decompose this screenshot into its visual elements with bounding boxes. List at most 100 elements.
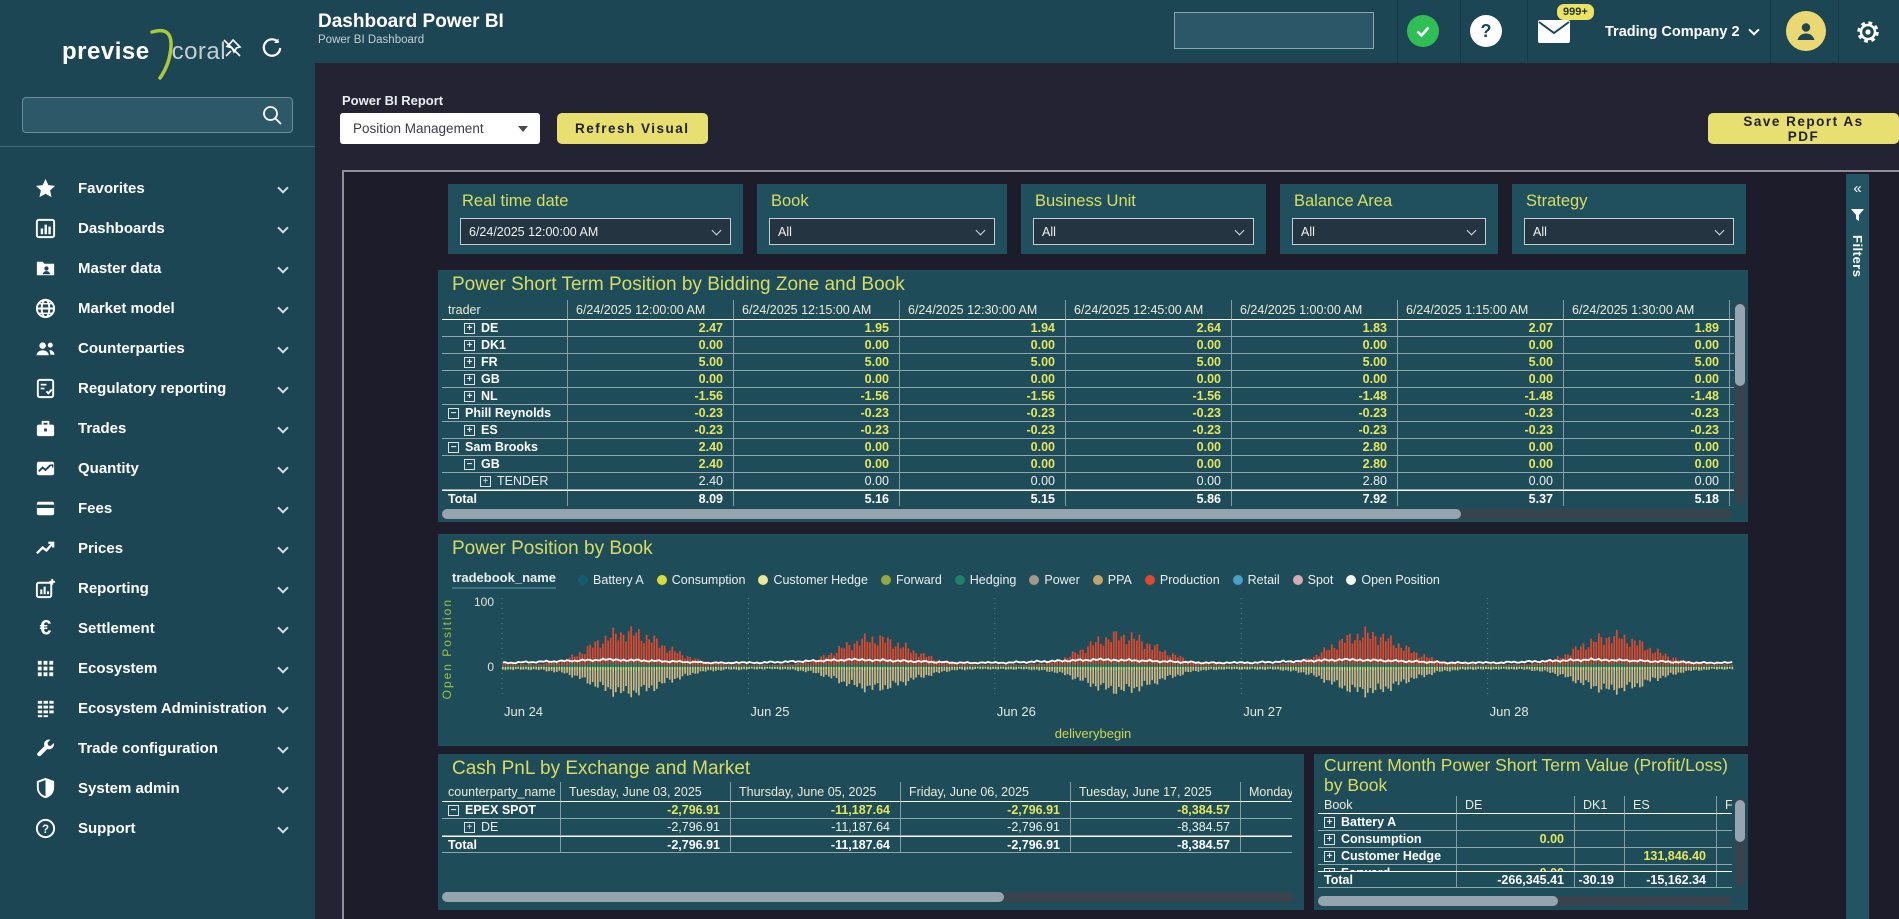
- table-row[interactable]: +DE-2,796.91-11,187.64-2,796.91-8,384.57: [442, 819, 1292, 836]
- table-row[interactable]: Total-266,345.41-30.19-15,162.34256,7: [1318, 871, 1732, 888]
- mail-icon[interactable]: [1537, 18, 1571, 45]
- table-row[interactable]: +ES-0.23-0.23-0.23-0.23-0.23-0.23-0.23: [442, 422, 1734, 439]
- sidebar-item-trades[interactable]: Trades: [0, 408, 315, 448]
- expand-icon[interactable]: +: [480, 476, 491, 487]
- legend-item-spot[interactable]: Spot: [1293, 573, 1334, 587]
- unpin-sidebar-icon[interactable]: [218, 34, 246, 62]
- sidebar-item-ecosystem-administration[interactable]: Ecosystem Administration: [0, 688, 315, 728]
- table-header-cell: DE: [1456, 796, 1574, 814]
- sidebar-item-counterparties[interactable]: Counterparties: [0, 328, 315, 368]
- collapse-icon[interactable]: −: [448, 805, 459, 816]
- company-selector[interactable]: Trading Company 2: [1605, 0, 1758, 63]
- collapse-icon[interactable]: −: [448, 408, 459, 419]
- sidebar-item-trade-configuration[interactable]: Trade configuration: [0, 728, 315, 768]
- page-subtitle: Power BI Dashboard: [318, 34, 424, 46]
- value-cell: -2,796.91: [560, 837, 730, 852]
- expand-icon[interactable]: +: [1324, 851, 1335, 862]
- legend-item-forward[interactable]: Forward: [881, 573, 942, 587]
- month-table-hscrollbar[interactable]: [1318, 896, 1732, 906]
- slicer-dropdown[interactable]: All: [769, 218, 995, 245]
- slicer-dropdown[interactable]: All: [1292, 218, 1486, 245]
- slicer-balance-area: Balance AreaAll: [1280, 184, 1498, 254]
- table-row[interactable]: −GB2.400.000.000.002.800.000.00: [442, 456, 1734, 473]
- slicer-dropdown[interactable]: All: [1033, 218, 1254, 245]
- expand-icon[interactable]: +: [464, 425, 475, 436]
- notification-badge[interactable]: 999+: [1557, 4, 1594, 20]
- table-row[interactable]: +DK10.000.000.000.000.000.000.00: [442, 337, 1734, 354]
- sidebar-item-dashboards[interactable]: Dashboards: [0, 208, 315, 248]
- collapse-icon[interactable]: −: [448, 442, 459, 453]
- sidebar-item-support[interactable]: ?Support: [0, 808, 315, 848]
- value-cell: [1240, 837, 1292, 852]
- avatar[interactable]: [1786, 11, 1826, 51]
- table-row[interactable]: +DE2.471.951.942.641.832.071.89: [442, 320, 1734, 337]
- legend-item-power[interactable]: Power: [1029, 573, 1079, 587]
- sidebar-item-favorites[interactable]: Favorites: [0, 168, 315, 208]
- sidebar-item-label: Master data: [78, 260, 279, 277]
- table-row[interactable]: −Sam Brooks2.400.000.000.002.800.000.00: [442, 439, 1734, 456]
- collapse-icon[interactable]: −: [464, 459, 475, 470]
- expand-icon[interactable]: +: [464, 357, 475, 368]
- row-label: EPEX SPOT: [465, 803, 536, 817]
- table-row[interactable]: −EPEX SPOT-2,796.91-11,187.64-2,796.91-8…: [442, 802, 1292, 819]
- legend-item-hedging[interactable]: Hedging: [955, 573, 1017, 587]
- refresh-visual-button[interactable]: Refresh Visual: [557, 113, 708, 144]
- chevron-down-icon: [277, 782, 288, 793]
- expand-icon[interactable]: +: [1324, 834, 1335, 845]
- cash-pnl-hscrollbar[interactable]: [442, 892, 1294, 902]
- legend-item-battery-a[interactable]: Battery A: [578, 573, 644, 587]
- table-row[interactable]: +GB0.000.000.000.000.000.000.00: [442, 371, 1734, 388]
- table-row[interactable]: +Customer Hedge131,846.40: [1318, 848, 1732, 865]
- sidebar-item-ecosystem[interactable]: Ecosystem: [0, 648, 315, 688]
- table-row[interactable]: +Battery A: [1318, 814, 1732, 831]
- sidebar-item-reporting[interactable]: Reporting: [0, 568, 315, 608]
- table-row[interactable]: Total-2,796.91-11,187.64-2,796.91-8,384.…: [442, 836, 1292, 853]
- position-table-hscrollbar[interactable]: [442, 509, 1732, 519]
- sidebar-item-settlement[interactable]: €Settlement: [0, 608, 315, 648]
- filters-pane-collapsed[interactable]: « Filters: [1846, 174, 1869, 919]
- expand-icon[interactable]: +: [1324, 817, 1335, 828]
- sidebar-item-prices[interactable]: Prices: [0, 528, 315, 568]
- legend-item-ppa[interactable]: PPA: [1093, 573, 1132, 587]
- slicer-dropdown[interactable]: All: [1524, 218, 1734, 245]
- sidebar-item-regulatory-reporting[interactable]: Regulatory reporting: [0, 368, 315, 408]
- slicer-dropdown[interactable]: 6/24/2025 12:00:00 AM: [460, 218, 731, 245]
- sidebar-item-master-data[interactable]: Master data: [0, 248, 315, 288]
- header-search-input[interactable]: [1175, 23, 1372, 39]
- save-report-pdf-button[interactable]: Save Report As PDF: [1708, 113, 1899, 144]
- sidebar-item-fees[interactable]: Fees: [0, 488, 315, 528]
- table-row[interactable]: +Consumption0.00: [1318, 831, 1732, 848]
- expand-icon[interactable]: +: [464, 323, 475, 334]
- expand-icon[interactable]: +: [464, 822, 475, 833]
- value-cell: 0.00: [1065, 371, 1231, 387]
- help-icon[interactable]: ?: [1470, 15, 1502, 47]
- settings-gear-icon[interactable]: [1855, 19, 1881, 45]
- expand-icon[interactable]: +: [464, 391, 475, 402]
- search-icon[interactable]: [261, 104, 283, 126]
- sidebar-search-input[interactable]: [23, 107, 261, 123]
- legend-item-customer-hedge[interactable]: Customer Hedge: [758, 573, 868, 587]
- expand-filters-icon[interactable]: «: [1853, 180, 1861, 197]
- expand-icon[interactable]: +: [464, 374, 475, 385]
- legend-item-consumption[interactable]: Consumption: [657, 573, 746, 587]
- table-row[interactable]: −Phill Reynolds-0.23-0.23-0.23-0.23-0.23…: [442, 405, 1734, 422]
- report-select[interactable]: Position Management: [340, 113, 540, 144]
- sidebar-item-quantity[interactable]: Quantity: [0, 448, 315, 488]
- refresh-sidebar-icon[interactable]: [258, 34, 286, 62]
- value-cell: -1.48: [1231, 388, 1397, 404]
- row-label-cell: −GB: [442, 456, 567, 472]
- row-label-cell: +DK1: [442, 337, 567, 353]
- status-ok-icon[interactable]: [1407, 15, 1439, 47]
- table-row[interactable]: +TENDER2.400.000.000.002.800.000.00: [442, 473, 1734, 490]
- table-row[interactable]: Total8.095.165.155.867.925.375.18: [442, 490, 1734, 506]
- expand-icon[interactable]: +: [464, 340, 475, 351]
- legend-item-production[interactable]: Production: [1145, 573, 1220, 587]
- position-table-vscrollbar[interactable]: [1735, 302, 1745, 504]
- month-table-vscrollbar[interactable]: [1735, 798, 1745, 886]
- legend-item-open-position[interactable]: Open Position: [1346, 573, 1440, 587]
- table-row[interactable]: +FR5.005.005.005.005.005.005.00: [442, 354, 1734, 371]
- legend-item-retail[interactable]: Retail: [1233, 573, 1280, 587]
- table-row[interactable]: +NL-1.56-1.56-1.56-1.56-1.48-1.48-1.48: [442, 388, 1734, 405]
- sidebar-item-system-admin[interactable]: System admin: [0, 768, 315, 808]
- sidebar-item-market-model[interactable]: Market model: [0, 288, 315, 328]
